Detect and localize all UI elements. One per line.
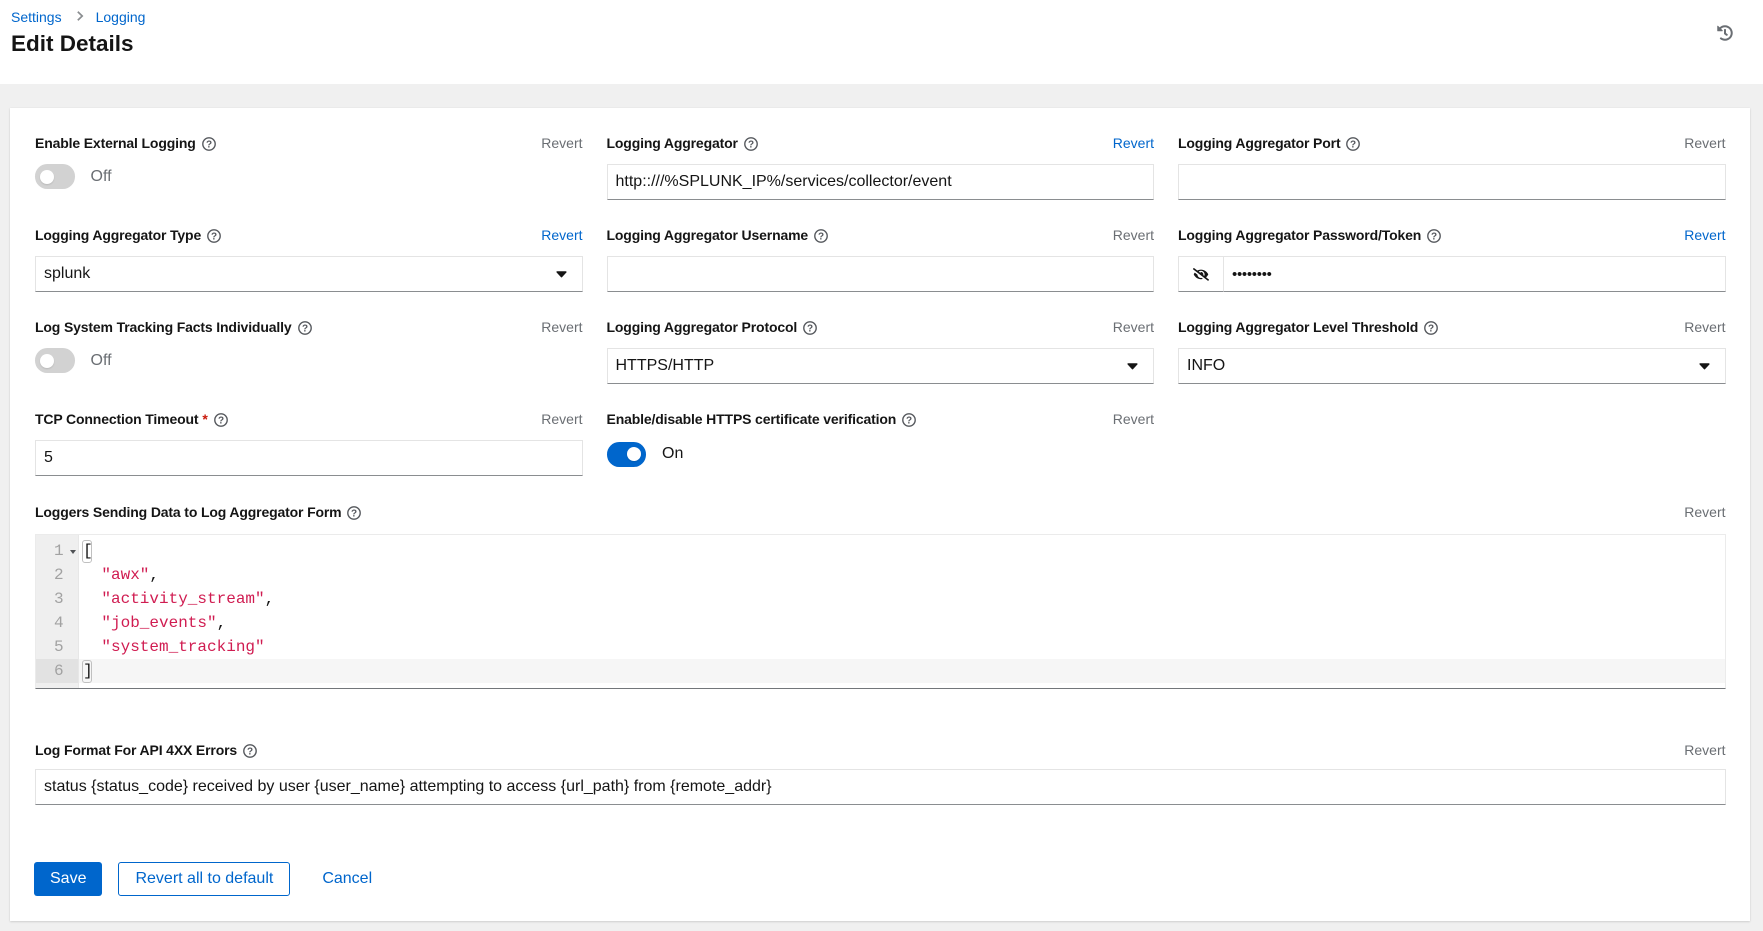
svg-text:?: ? [807,323,813,334]
svg-text:?: ? [1428,323,1434,334]
svg-text:?: ? [206,139,212,150]
svg-text:?: ? [211,231,217,242]
svg-text:?: ? [218,415,224,426]
svg-text:?: ? [818,231,824,242]
svg-text:?: ? [352,508,358,519]
svg-text:?: ? [748,139,754,150]
svg-text:?: ? [247,746,253,757]
svg-text:?: ? [302,323,308,334]
svg-text:?: ? [906,415,912,426]
svg-text:?: ? [1350,139,1356,150]
svg-text:?: ? [1431,231,1437,242]
